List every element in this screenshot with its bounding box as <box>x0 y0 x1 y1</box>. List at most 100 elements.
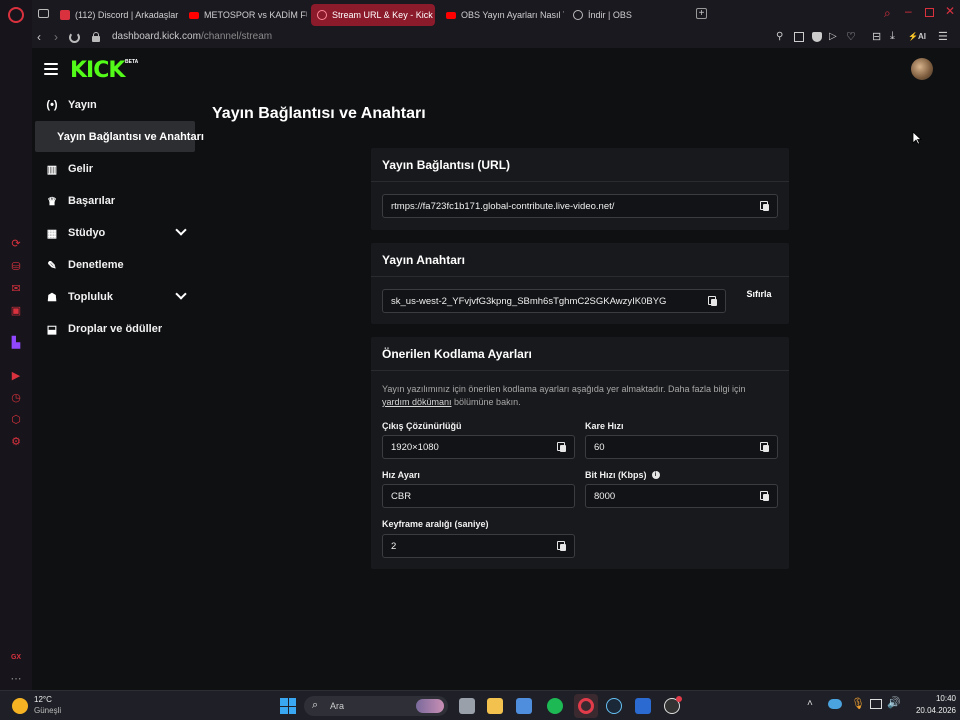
task-view-icon[interactable] <box>459 698 475 714</box>
chevron-down-icon[interactable] <box>175 288 187 300</box>
wallet-icon[interactable]: ⊟ <box>872 30 881 43</box>
close-window-icon[interactable]: ✕ <box>945 4 955 18</box>
minimize-icon[interactable]: – <box>905 4 912 18</box>
windows-start-icon[interactable] <box>280 698 296 714</box>
aria-ai-button[interactable]: ⚡AI <box>908 32 926 41</box>
mouse-cursor-icon <box>912 131 922 145</box>
shield-icon[interactable] <box>812 32 822 42</box>
sidebar-messenger-icon[interactable]: ✉ <box>9 281 23 295</box>
nav-stream-key[interactable]: Yayın Bağlantısı ve Anahtarı <box>35 121 204 152</box>
tab-obs-guide[interactable]: OBS Yayın Ayarları Nasıl Y <box>440 4 564 26</box>
opera-taskbar-active[interactable] <box>574 694 598 718</box>
url-field[interactable]: dashboard.kick.com/channel/stream <box>112 31 272 42</box>
player-icon[interactable]: ▷ <box>829 31 837 42</box>
stream-url-field[interactable]: rtmps://fa723fc1b171.global-contribute.l… <box>382 194 778 218</box>
gx-label[interactable]: GX <box>9 650 23 664</box>
back-icon[interactable]: ‹ <box>37 30 41 44</box>
chevron-down-icon[interactable] <box>175 224 187 236</box>
bitrate-field[interactable]: 8000 <box>585 484 778 508</box>
copy-icon[interactable] <box>557 442 567 452</box>
onedrive-icon[interactable] <box>828 699 842 709</box>
tab-obs-download[interactable]: İndir | OBS <box>567 4 687 26</box>
loading-stop-icon[interactable] <box>69 32 80 43</box>
tab-kick-stream[interactable]: Stream URL & Key - Kick <box>311 4 435 26</box>
volume-icon[interactable]: 🔊 <box>887 696 901 709</box>
forward-icon[interactable]: › <box>54 30 58 44</box>
copy-icon[interactable] <box>760 442 770 452</box>
nav-denetleme[interactable]: ✎ Denetleme <box>35 250 195 280</box>
discord-favicon-icon <box>60 10 70 20</box>
gift-icon: ⬓ <box>46 323 58 336</box>
keyframe-field[interactable]: 2 <box>382 534 575 558</box>
clock-time[interactable]: 10:40 <box>912 694 956 703</box>
tab-label: OBS Yayın Ayarları Nasıl Y <box>461 10 564 20</box>
download-icon[interactable]: ⤓ <box>890 30 895 43</box>
tab-search-icon[interactable]: ⌕ <box>884 6 891 21</box>
copy-icon[interactable] <box>557 541 567 551</box>
fps-field[interactable]: 60 <box>585 435 778 459</box>
kick-dashboard: KICK BETA (•) Yayın Yayın Bağlantısı ve … <box>32 48 960 690</box>
tab-metospor[interactable]: METOSPOR vs KADİM FU <box>183 4 307 26</box>
hamburger-menu-icon[interactable] <box>44 63 58 75</box>
extensions-icon[interactable]: ⬡ <box>9 412 23 426</box>
weather-sun-icon[interactable] <box>12 698 28 714</box>
new-tab-plus-icon[interactable]: + <box>696 8 707 19</box>
tab-label: (112) Discord | Arkadaşlar <box>75 10 179 20</box>
rate-control-field[interactable]: CBR <box>382 484 575 508</box>
microphone-icon[interactable]: 🎙 <box>851 697 865 710</box>
bitrate-label: Bit Hızı (Kbps) i <box>585 470 660 480</box>
taskbar-search-box[interactable]: ⌕ Ara <box>304 696 448 716</box>
sidebar-bag-icon[interactable]: ⛁ <box>9 259 23 273</box>
stream-key-value: sk_us-west-2_YFvjvfG3kpng_SBmh6sTghmC2SG… <box>391 295 667 307</box>
app-icon[interactable] <box>635 698 651 714</box>
nav-droplar[interactable]: ⬓ Droplar ve ödüller <box>35 314 195 344</box>
more-icon[interactable]: ⋯ <box>9 671 23 685</box>
restore-icon[interactable] <box>925 8 934 17</box>
fps-value: 60 <box>594 441 605 453</box>
store-icon[interactable] <box>516 698 532 714</box>
menu-icon[interactable]: ☰ <box>938 30 948 43</box>
pin-icon[interactable]: ⚲ <box>776 31 783 42</box>
copy-icon[interactable] <box>708 296 718 306</box>
copy-icon[interactable] <box>760 201 770 211</box>
snapshot-icon[interactable] <box>794 32 804 42</box>
copy-icon[interactable] <box>760 491 770 501</box>
avatar[interactable] <box>911 58 933 80</box>
history-icon[interactable]: ◷ <box>9 390 23 404</box>
rate-control-value: CBR <box>391 490 412 502</box>
card-title: Yayın Bağlantısı (URL) <box>371 148 789 182</box>
network-icon[interactable] <box>870 699 882 709</box>
opera-logo-icon[interactable] <box>8 7 24 23</box>
help-docs-link[interactable]: yardım dökümanı <box>382 397 452 407</box>
spotify-icon[interactable] <box>547 698 563 714</box>
nav-gelir[interactable]: ▥ Gelir <box>35 154 195 184</box>
sidebar-play-icon[interactable]: ▶ <box>9 368 23 382</box>
tab-discord[interactable]: (112) Discord | Arkadaşlar <box>54 4 180 26</box>
file-explorer-icon[interactable] <box>487 698 503 714</box>
sidebar-loop-icon[interactable]: ⟳ <box>9 236 23 250</box>
workspaces-icon[interactable] <box>38 9 49 18</box>
nav-label: Droplar ve ödüller <box>68 323 163 335</box>
kick-logo[interactable]: KICK <box>70 58 125 83</box>
resolution-label: Çıkış Çözünürlüğü <box>382 421 462 431</box>
twitch-icon[interactable]: ▙ <box>9 335 23 349</box>
steam-icon[interactable] <box>606 698 622 714</box>
lock-icon[interactable] <box>92 32 100 42</box>
nav-topluluk[interactable]: ☗ Topluluk <box>35 282 195 312</box>
nav-basarilar[interactable]: ♛ Başarılar <box>35 186 195 216</box>
stream-key-field[interactable]: sk_us-west-2_YFvjvfG3kpng_SBmh6sTghmC2SG… <box>382 289 726 313</box>
reset-key-button[interactable]: Sıfırla <box>735 282 783 306</box>
encoding-description: Yayın yazılımınız için önerilen kodlama … <box>382 383 782 409</box>
tray-chevron-up-icon[interactable]: ˄ <box>807 698 813 709</box>
info-icon[interactable]: i <box>651 471 660 479</box>
nav-studyo[interactable]: ▦ Stüdyo <box>35 218 195 248</box>
weather-temp[interactable]: 12°C <box>34 695 52 704</box>
card-title: Önerilen Kodlama Ayarları <box>371 337 789 371</box>
resolution-field[interactable]: 1920×1080 <box>382 435 575 459</box>
settings-gear-icon[interactable]: ⚙ <box>9 434 23 448</box>
nav-yayin[interactable]: (•) Yayın <box>35 90 195 120</box>
tab-label: İndir | OBS <box>588 10 632 20</box>
sidebar-app-icon[interactable]: ▣ <box>9 303 23 317</box>
heart-icon[interactable]: ♡ <box>846 30 856 43</box>
broadcast-icon: (•) <box>46 99 58 111</box>
